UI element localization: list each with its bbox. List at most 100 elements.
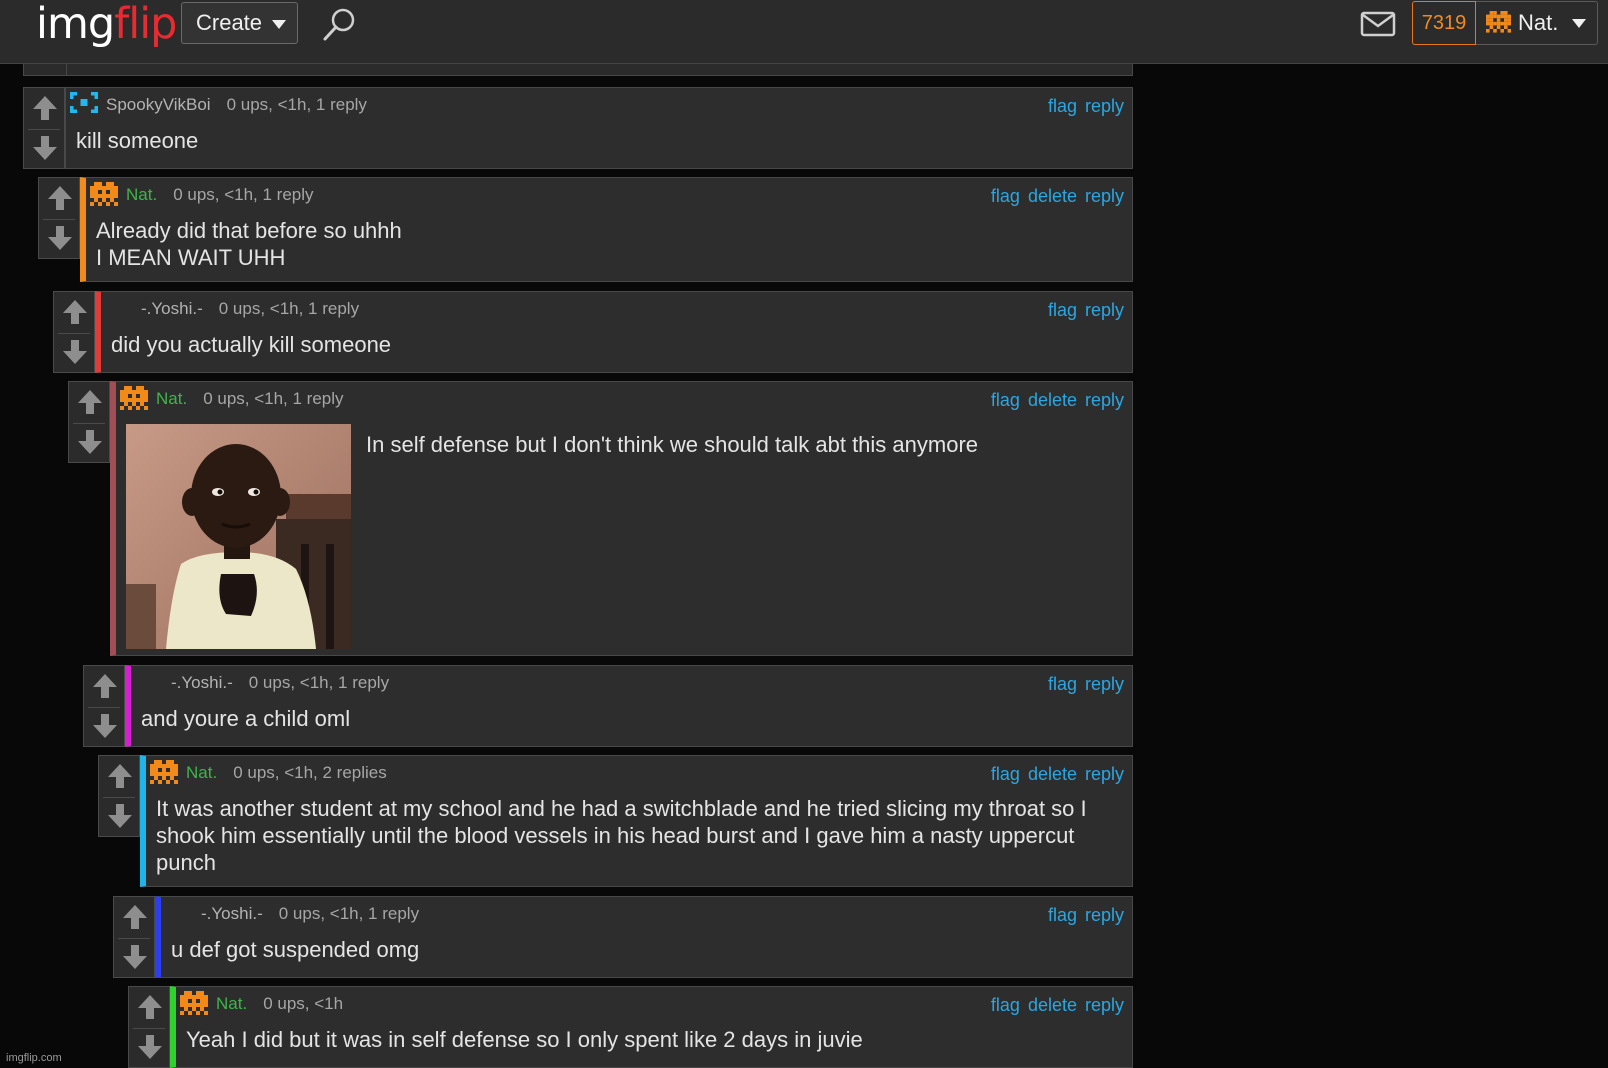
comment-meta: 0 ups, <1h, 1 reply <box>278 904 420 923</box>
comment-username[interactable]: SpookyVikBoi <box>106 95 211 115</box>
reply-link[interactable]: reply <box>1085 390 1124 410</box>
comment-username[interactable]: Nat. <box>126 185 157 205</box>
reply-link[interactable]: reply <box>1085 674 1124 694</box>
flag-link[interactable]: flag <box>991 995 1020 1015</box>
upvote-button[interactable] <box>106 762 134 790</box>
create-menu-button[interactable]: Create <box>181 2 298 44</box>
upvote-button[interactable] <box>91 672 119 700</box>
upvote-button[interactable] <box>31 94 59 122</box>
invader-avatar[interactable] <box>90 182 120 208</box>
blank-avatar[interactable] <box>135 670 165 696</box>
search-button[interactable] <box>320 6 360 44</box>
comment-text: did you actually kill someone <box>111 332 392 357</box>
delete-link[interactable]: delete <box>1028 764 1077 784</box>
comment-actions: flag reply <box>1040 905 1124 926</box>
kid-meme-image[interactable] <box>126 424 351 649</box>
downvote-button[interactable] <box>76 428 104 456</box>
user-menu-button[interactable]: Nat. <box>1476 1 1598 45</box>
comment-text: u def got suspended omg <box>171 937 420 962</box>
comment-body: Nat. 0 ups, <1h flag delete reply Yeah I d… <box>170 986 1133 1068</box>
vote-column <box>68 381 110 463</box>
arrow-up-icon <box>138 995 162 1019</box>
vote-column <box>53 291 95 373</box>
invader-avatar[interactable] <box>120 386 150 412</box>
flag-link[interactable]: flag <box>991 764 1020 784</box>
arrow-down-icon <box>78 430 102 454</box>
downvote-button[interactable] <box>136 1033 164 1061</box>
invader-avatar[interactable] <box>150 760 180 786</box>
chevron-down-icon <box>1572 18 1587 28</box>
comment-text: It was another student at my school and … <box>156 796 1087 875</box>
logo-text-accent: flip <box>114 0 177 49</box>
imgflip-logo[interactable]: imgflip <box>36 0 177 49</box>
upvote-button[interactable] <box>136 993 164 1021</box>
imgflip-watermark: imgflip.com <box>6 1052 62 1064</box>
comment-header: Nat. 0 ups, <1h, 2 replies <box>150 760 387 786</box>
delete-link[interactable]: delete <box>1028 995 1077 1015</box>
vote-column <box>23 87 65 169</box>
flag-link[interactable]: flag <box>1048 96 1077 116</box>
arrow-up-icon <box>108 764 132 788</box>
invader-avatar[interactable] <box>180 991 210 1017</box>
upvote-button[interactable] <box>46 184 74 212</box>
upvote-button[interactable] <box>76 388 104 416</box>
delete-link[interactable]: delete <box>1028 390 1077 410</box>
comment-meta: 0 ups, <1h, 1 reply <box>173 185 314 204</box>
downvote-button[interactable] <box>91 712 119 740</box>
reply-link[interactable]: reply <box>1085 96 1124 116</box>
spooky-avatar[interactable] <box>70 92 100 118</box>
comment-header: -.Yoshi.- 0 ups, <1h, 1 reply <box>135 672 389 694</box>
reply-link[interactable]: reply <box>1085 300 1124 320</box>
arrow-down-icon <box>63 340 87 364</box>
vote-column <box>38 177 80 259</box>
comment-username[interactable]: -.Yoshi.- <box>171 673 233 693</box>
comment-username[interactable]: Nat. <box>186 763 217 783</box>
vote-column-fragment <box>24 64 67 75</box>
comment-username[interactable]: Nat. <box>216 994 247 1014</box>
flag-link[interactable]: flag <box>1048 300 1077 320</box>
flag-link[interactable]: flag <box>991 186 1020 206</box>
vote-column <box>113 896 155 978</box>
messages-button[interactable] <box>1360 10 1396 38</box>
delete-link[interactable]: delete <box>1028 186 1077 206</box>
flag-link[interactable]: flag <box>1048 905 1077 925</box>
comment-body: SpookyVikBoi 0 ups, <1h, 1 reply flag rep… <box>65 87 1133 169</box>
arrow-down-icon <box>33 136 57 160</box>
flag-link[interactable]: flag <box>991 390 1020 410</box>
reply-link[interactable]: reply <box>1085 186 1124 206</box>
user-avatar <box>1486 11 1512 35</box>
comment-username[interactable]: -.Yoshi.- <box>141 299 203 319</box>
downvote-button[interactable] <box>61 338 89 366</box>
downvote-button[interactable] <box>31 134 59 162</box>
comment-body: -.Yoshi.- 0 ups, <1h, 1 reply flag reply … <box>95 291 1133 373</box>
comment-username[interactable]: -.Yoshi.- <box>201 904 263 924</box>
downvote-button[interactable] <box>46 224 74 252</box>
comment-actions: flag reply <box>1040 300 1124 321</box>
blank-avatar[interactable] <box>165 901 195 927</box>
downvote-button[interactable] <box>121 943 149 971</box>
arrow-up-icon <box>33 96 57 120</box>
reply-link[interactable]: reply <box>1085 995 1124 1015</box>
comment-body: -.Yoshi.- 0 ups, <1h, 1 reply flag reply … <box>125 665 1133 747</box>
flag-link[interactable]: flag <box>1048 674 1077 694</box>
comment-header: Nat. 0 ups, <1h <box>180 991 343 1017</box>
comment-body: Nat. 0 ups, <1h, 1 reply flag delete reply… <box>80 177 1133 282</box>
comment-body: Nat. 0 ups, <1h, 1 reply flag delete reply <box>110 381 1133 656</box>
comment-text: Yeah I did but it was in self defense so… <box>186 1027 863 1052</box>
comment-actions: flag delete reply <box>983 764 1124 785</box>
arrow-up-icon <box>63 300 87 324</box>
blank-avatar[interactable] <box>105 296 135 322</box>
arrow-up-icon <box>123 905 147 929</box>
comment-actions: flag delete reply <box>983 186 1124 207</box>
comment-text: In self defense but I don't think we sho… <box>366 432 979 457</box>
upvote-button[interactable] <box>61 298 89 326</box>
comment-header: Nat. 0 ups, <1h, 1 reply <box>120 386 344 412</box>
downvote-button[interactable] <box>106 802 134 830</box>
reply-link[interactable]: reply <box>1085 764 1124 784</box>
upvote-button[interactable] <box>121 903 149 931</box>
points-badge[interactable]: 7319 <box>1412 1 1476 45</box>
comment-actions: flag reply <box>1040 96 1124 117</box>
reply-link[interactable]: reply <box>1085 905 1124 925</box>
comment-header: SpookyVikBoi 0 ups, <1h, 1 reply <box>70 92 367 118</box>
comment-username[interactable]: Nat. <box>156 389 187 409</box>
